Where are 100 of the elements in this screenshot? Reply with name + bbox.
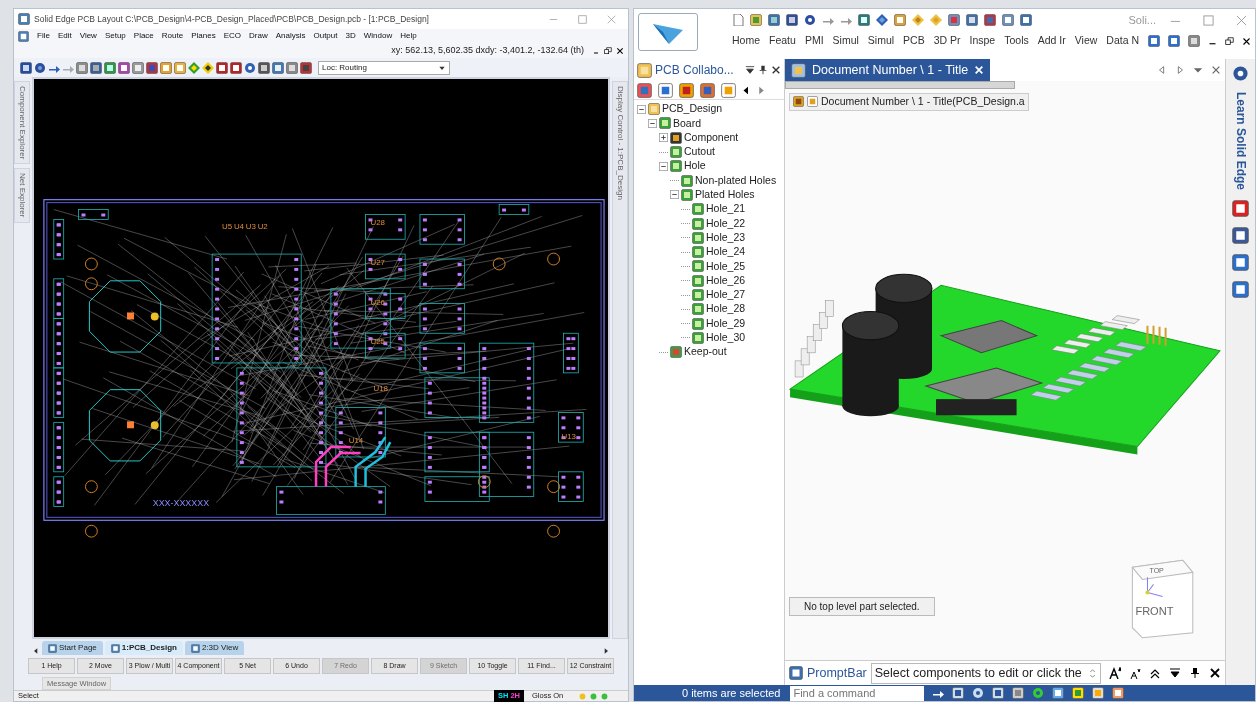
menu-item[interactable]: Edit <box>57 30 72 42</box>
menu-item[interactable]: Help <box>400 30 417 42</box>
tree-item[interactable]: Hole_22 <box>706 215 746 232</box>
ribbon-tab[interactable]: View <box>1074 33 1098 49</box>
menu-item[interactable]: Route <box>161 30 184 42</box>
ribbon-tab[interactable]: PCB <box>903 33 925 49</box>
tree-item[interactable]: Cutout <box>684 144 715 160</box>
menu-item[interactable]: 3D <box>345 30 356 42</box>
close-icon[interactable] <box>771 65 781 75</box>
font-larger-icon[interactable] <box>1108 667 1121 679</box>
tool-icon[interactable] <box>804 14 816 26</box>
tree-item[interactable]: Hole_29 <box>706 315 746 332</box>
scroll-left-icon[interactable] <box>742 85 751 95</box>
menu-item[interactable]: Output <box>313 30 338 42</box>
display-control-tab[interactable]: Display Control - 1:PCB_Design <box>612 81 628 639</box>
tree-item[interactable]: Hole_23 <box>706 229 746 246</box>
new-file-icon[interactable] <box>732 14 744 26</box>
tool-icon[interactable] <box>1020 14 1032 26</box>
ribbon-tab[interactable]: Tools <box>1004 33 1029 49</box>
dropdown-icon[interactable] <box>745 65 755 75</box>
ribbon-tab[interactable]: Inspe <box>969 33 996 49</box>
menu-item[interactable]: Window <box>363 30 393 42</box>
tool-icon[interactable] <box>984 14 996 26</box>
tree-item[interactable]: Hole_24 <box>706 244 746 260</box>
tree-item[interactable]: Non-plated Holes <box>695 172 777 189</box>
collapse-icon[interactable] <box>1148 667 1161 679</box>
command-search-field[interactable]: Find a command <box>790 685 925 701</box>
tool-icon[interactable] <box>1052 687 1065 699</box>
menu-item[interactable]: Setup <box>104 30 126 42</box>
tree-item[interactable]: Hole_28 <box>706 301 746 318</box>
component-label: U25 <box>370 337 385 347</box>
menu-item[interactable]: File <box>37 30 50 42</box>
tool-icon[interactable] <box>1072 687 1085 699</box>
learn-tab[interactable]: Learn Solid Edge <box>1231 92 1250 190</box>
tool-icon[interactable] <box>90 61 102 74</box>
tool-icon[interactable] <box>272 61 284 74</box>
tool-icon[interactable] <box>966 14 978 26</box>
logo-icon <box>653 24 683 44</box>
close-icon <box>607 15 616 25</box>
restore-icon[interactable] <box>604 46 612 55</box>
explorer-tab[interactable]: Net Explorer <box>14 168 30 223</box>
restore-icon[interactable] <box>1225 36 1234 46</box>
dropdown-icon[interactable] <box>1168 667 1181 679</box>
tool-icon[interactable] <box>948 14 960 26</box>
ribbon-tab[interactable]: Simul <box>832 33 859 49</box>
tool-icon[interactable] <box>1012 687 1025 699</box>
tree-item[interactable]: Plated Holes <box>695 187 755 203</box>
collapse-toggle-icon[interactable] <box>637 104 646 114</box>
ribbon-tab[interactable]: Add Ir <box>1037 33 1066 49</box>
tool-icon[interactable] <box>258 61 270 74</box>
tool-icon[interactable] <box>286 61 298 74</box>
tool-icon[interactable] <box>1112 687 1125 699</box>
tool-icon[interactable] <box>160 61 172 74</box>
tool-icon[interactable] <box>1092 687 1105 699</box>
tree-item[interactable]: Hole_21 <box>706 201 746 218</box>
font-smaller-icon[interactable] <box>1128 667 1141 679</box>
tool-icon[interactable] <box>1002 14 1014 26</box>
tree-item[interactable]: Hole_25 <box>706 258 746 275</box>
tree-item[interactable]: Hole_30 <box>706 330 746 346</box>
menu-item[interactable]: ECO <box>223 30 241 42</box>
tree-item[interactable]: PCB_Design <box>662 101 723 118</box>
menu-item[interactable]: Analysis <box>275 30 306 42</box>
tree-item[interactable]: Hole_26 <box>706 272 746 289</box>
menu-item[interactable]: View <box>79 30 97 42</box>
close-icon[interactable] <box>1242 36 1251 46</box>
tool-icon[interactable] <box>768 14 780 26</box>
collapse-toggle-icon[interactable] <box>648 118 657 128</box>
menu-item[interactable]: Place <box>133 30 154 42</box>
menu-item[interactable]: Planes <box>191 30 216 42</box>
close-icon[interactable] <box>1208 667 1221 679</box>
explorer-tab[interactable]: Component Explorer <box>14 81 30 165</box>
document-tab[interactable]: 2:3D View <box>184 641 245 655</box>
tree-item[interactable]: Component <box>684 129 739 146</box>
ribbon-tab[interactable]: Home <box>732 33 760 49</box>
tool-icon[interactable] <box>300 61 312 74</box>
pin-icon[interactable] <box>1188 667 1201 679</box>
menu-item[interactable]: Draw <box>249 30 268 42</box>
ribbon-tab[interactable]: Data N <box>1106 33 1139 49</box>
document-tab[interactable]: Start Page <box>42 641 103 655</box>
ribbon-tab[interactable]: Featu <box>769 33 796 49</box>
tree-item[interactable]: Keep-out <box>684 344 727 361</box>
ribbon-tab[interactable]: Simul <box>867 33 895 49</box>
document-tab[interactable]: 1:PCB_Design <box>104 641 183 655</box>
diamond-icon[interactable] <box>202 61 214 74</box>
tool-icon[interactable] <box>858 14 870 26</box>
tool-icon[interactable] <box>104 61 116 74</box>
document-tab[interactable]: Document Number \ 1 - Title <box>785 59 991 81</box>
tree-item[interactable]: Hole_27 <box>706 287 746 303</box>
layer-select[interactable]: Loc: Routing <box>318 60 450 75</box>
tool-icon[interactable] <box>118 61 130 74</box>
breadcrumb-path[interactable]: Document Number \ 1 - Title(PCB_Design.a <box>789 93 1029 111</box>
collapse-toggle-icon[interactable] <box>659 161 668 171</box>
tool-icon[interactable] <box>146 61 158 74</box>
tree-item[interactable]: Board <box>673 115 702 132</box>
collapse-toggle-icon[interactable] <box>670 190 679 200</box>
close-icon[interactable] <box>616 46 624 55</box>
ribbon-tab[interactable]: PMI <box>804 33 824 49</box>
expand-toggle-icon[interactable] <box>659 133 668 143</box>
tree-item[interactable]: Hole <box>684 158 706 175</box>
ribbon-tab[interactable]: 3D Pr <box>933 33 961 49</box>
